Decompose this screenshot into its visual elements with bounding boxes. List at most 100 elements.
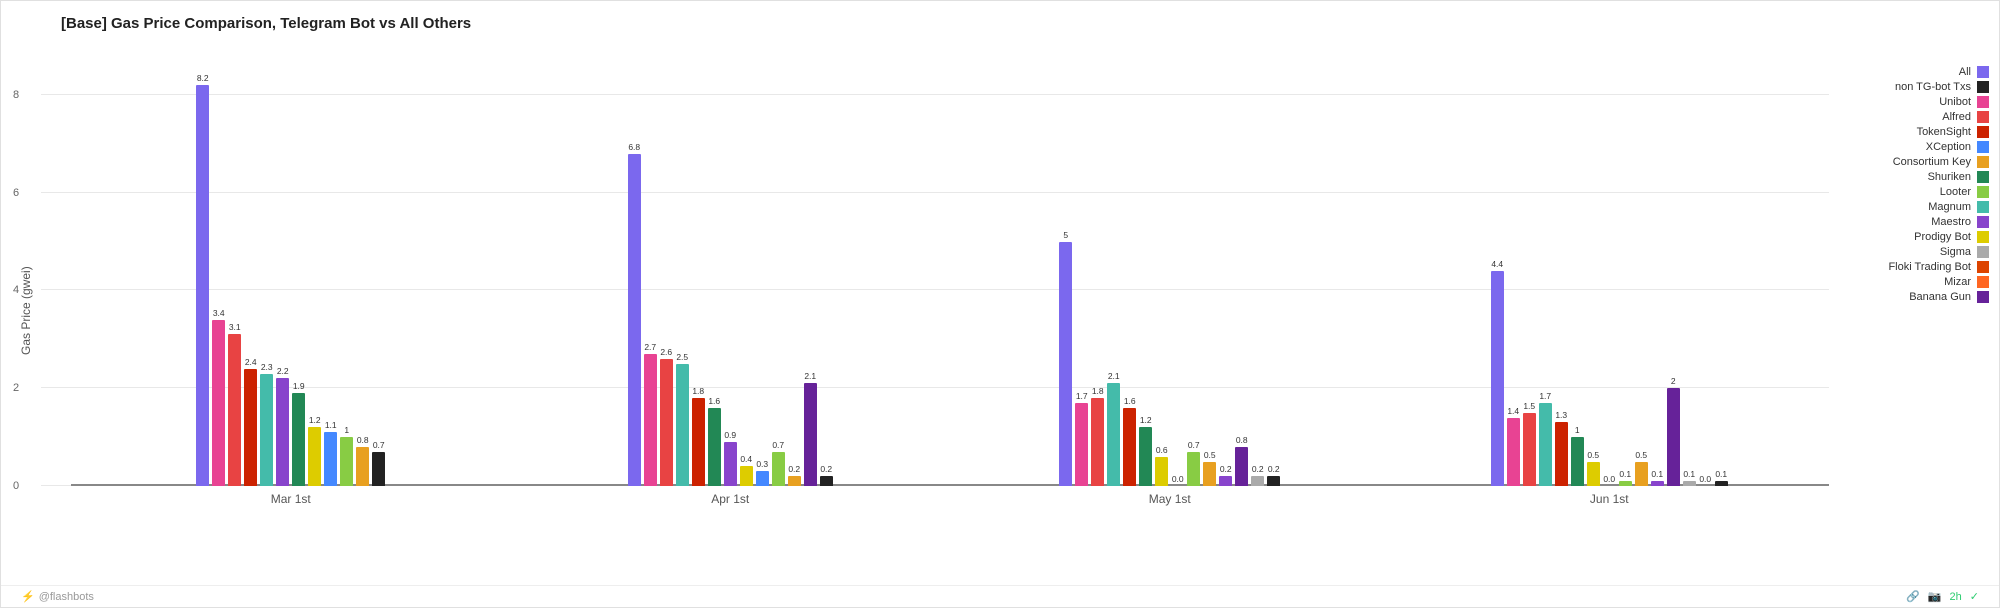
bar xyxy=(1491,271,1504,486)
bar xyxy=(1059,242,1072,486)
bars-area: 8.23.43.12.42.32.21.91.21.110.80.76.82.7… xyxy=(71,46,1829,486)
legend-item: Shuriken xyxy=(1829,171,1989,183)
flashbots-icon: ⚡ xyxy=(21,590,35,603)
legend-label: Looter xyxy=(1940,186,1971,198)
chart-title: [Base] Gas Price Comparison, Telegram Bo… xyxy=(1,1,1999,36)
bar-value-label: 2.4 xyxy=(245,357,257,367)
bar-wrapper: 0.9 xyxy=(724,430,737,486)
bar xyxy=(1555,422,1568,486)
grid-and-bars: 024688.23.43.12.42.32.21.91.21.110.80.76… xyxy=(41,46,1829,486)
bar xyxy=(772,452,785,486)
bar xyxy=(324,432,337,486)
bar xyxy=(1203,462,1216,486)
bar-value-label: 0.9 xyxy=(724,430,736,440)
bar-wrapper: 1.3 xyxy=(1555,410,1568,486)
bar xyxy=(692,398,705,486)
bar xyxy=(1523,413,1536,486)
bar-value-label: 2.6 xyxy=(660,347,672,357)
legend-label: Unibot xyxy=(1939,96,1971,108)
bar xyxy=(1107,383,1120,486)
legend-swatch xyxy=(1977,81,1989,93)
bar xyxy=(1155,457,1168,486)
bar-wrapper: 1.6 xyxy=(1123,396,1136,486)
bar-wrapper: 0.2 xyxy=(1219,464,1232,486)
legend-label: Magnum xyxy=(1928,201,1971,213)
bar-value-label: 0.6 xyxy=(1156,445,1168,455)
bar-wrapper: 2.1 xyxy=(804,371,817,486)
bar-wrapper: 0.2 xyxy=(820,464,833,486)
bar-wrapper: 0.2 xyxy=(1251,464,1264,486)
bar-value-label: 0.0 xyxy=(1699,474,1711,484)
legend-item: Floki Trading Bot xyxy=(1829,261,1989,273)
bar-value-label: 3.1 xyxy=(229,322,241,332)
check-icon: ✓ xyxy=(1970,590,1979,603)
bar-wrapper: 2.3 xyxy=(260,362,273,486)
legend-item: All xyxy=(1829,66,1989,78)
bar-value-label: 3.4 xyxy=(213,308,225,318)
bar-wrapper: 0.1 xyxy=(1651,469,1664,486)
bar-wrapper: 1.2 xyxy=(1139,415,1152,486)
legend-label: Alfred xyxy=(1942,111,1971,123)
bar-value-label: 0.2 xyxy=(1268,464,1280,474)
bar-value-label: 0.7 xyxy=(1188,440,1200,450)
legend-label: Mizar xyxy=(1944,276,1971,288)
x-axis-label: Jun 1st xyxy=(1390,492,1830,506)
bar-wrapper: 1.6 xyxy=(708,396,721,486)
bar-wrapper: 1.2 xyxy=(308,415,321,486)
camera-icon[interactable]: 📷 xyxy=(1928,590,1942,603)
bar-value-label: 1.5 xyxy=(1523,401,1535,411)
bar-group: 8.23.43.12.42.32.21.91.21.110.80.7 xyxy=(71,73,511,486)
bar xyxy=(804,383,817,486)
legend-label: XCeption xyxy=(1926,141,1971,153)
bar-value-label: 1.6 xyxy=(708,396,720,406)
bar-value-label: 0.3 xyxy=(756,459,768,469)
link-icon[interactable]: 🔗 xyxy=(1906,590,1920,603)
bar-value-label: 1.7 xyxy=(1539,391,1551,401)
bar-value-label: 0.8 xyxy=(357,435,369,445)
bar xyxy=(660,359,673,486)
bar-group: 51.71.82.11.61.20.60.00.70.50.20.80.20.2 xyxy=(950,230,1390,486)
time-label: 2h xyxy=(1950,591,1962,603)
y-tick: 6 xyxy=(13,187,19,199)
bar xyxy=(308,427,321,486)
chart-container: [Base] Gas Price Comparison, Telegram Bo… xyxy=(0,0,2000,608)
bar-value-label: 0.0 xyxy=(1172,474,1184,484)
bar-wrapper: 0.0 xyxy=(1699,474,1712,486)
legend-item: TokenSight xyxy=(1829,126,1989,138)
bar-wrapper: 1.1 xyxy=(324,420,337,486)
bar-wrapper: 1 xyxy=(340,425,353,486)
bar-value-label: 0.1 xyxy=(1651,469,1663,479)
bar xyxy=(340,437,353,486)
bar-wrapper: 1.5 xyxy=(1523,401,1536,486)
bar-wrapper: 4.4 xyxy=(1491,259,1504,486)
legend-item: Maestro xyxy=(1829,216,1989,228)
bar xyxy=(196,85,209,486)
legend-swatch xyxy=(1977,186,1989,198)
legend-label: Sigma xyxy=(1940,246,1971,258)
bar-value-label: 1.8 xyxy=(692,386,704,396)
bar-wrapper: 3.4 xyxy=(212,308,225,486)
bar-value-label: 1.8 xyxy=(1092,386,1104,396)
bar xyxy=(676,364,689,486)
bar-wrapper: 0.1 xyxy=(1619,469,1632,486)
legend-swatch xyxy=(1977,276,1989,288)
bar-wrapper: 2 xyxy=(1667,376,1680,486)
bar xyxy=(1267,476,1280,486)
bar-value-label: 0.5 xyxy=(1587,450,1599,460)
footer: ⚡ @flashbots 🔗 📷 2h ✓ xyxy=(1,585,1999,607)
bar xyxy=(1715,481,1728,486)
x-axis-label: Apr 1st xyxy=(511,492,951,506)
legend-item: Magnum xyxy=(1829,201,1989,213)
bar xyxy=(228,334,241,486)
bar xyxy=(244,369,257,486)
x-axis: Mar 1stApr 1stMay 1stJun 1st xyxy=(41,492,1829,506)
legend-label: Maestro xyxy=(1931,216,1971,228)
x-axis-label: Mar 1st xyxy=(71,492,511,506)
legend-label: Consortium Key xyxy=(1893,156,1971,168)
bar-value-label: 0.2 xyxy=(788,464,800,474)
legend-swatch xyxy=(1977,261,1989,273)
bar-group: 4.41.41.51.71.310.50.00.10.50.120.10.00.… xyxy=(1390,259,1830,486)
bar-wrapper: 0.3 xyxy=(756,459,769,486)
bar xyxy=(1091,398,1104,486)
chart-body: Gas Price (gwei) 024688.23.43.12.42.32.2… xyxy=(1,36,1999,585)
